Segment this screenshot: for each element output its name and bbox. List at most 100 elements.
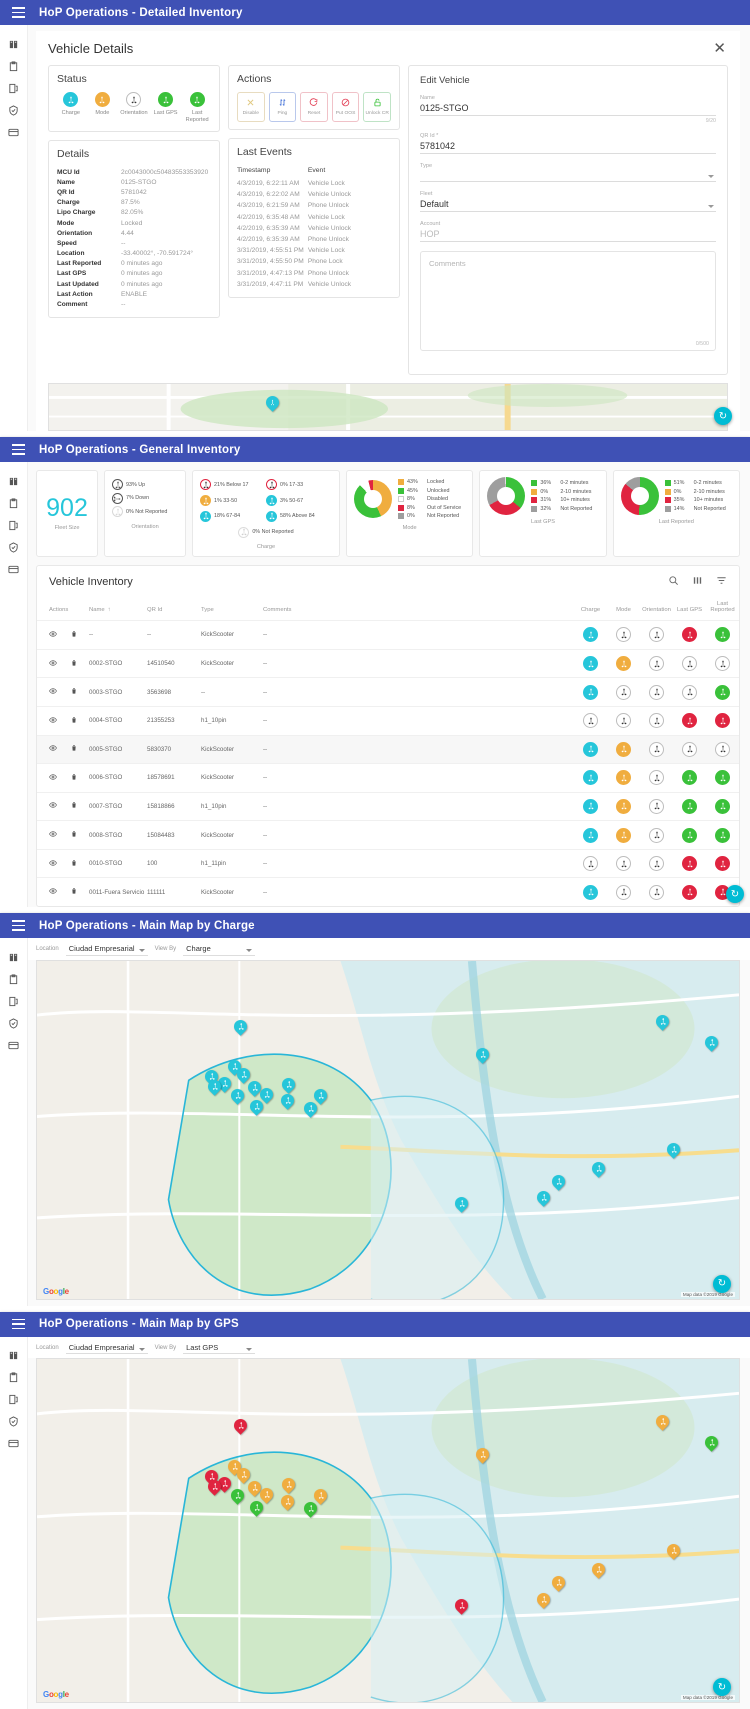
column-header-orientation[interactable]: Orientation: [640, 595, 673, 621]
type-select[interactable]: [420, 171, 716, 182]
table-row[interactable]: 0004-STGO 21355253 h1_10pin --: [37, 705, 739, 735]
chevron-down-icon[interactable]: [138, 1347, 145, 1351]
column-header-name[interactable]: Name ↑: [89, 595, 147, 621]
refresh-fab[interactable]: ↻: [713, 1678, 731, 1697]
action-oos-button[interactable]: Put OOS: [331, 92, 360, 122]
delete-icon[interactable]: [70, 630, 78, 640]
rail-item-clipboard[interactable]: [0, 492, 27, 514]
menu-icon[interactable]: [12, 7, 25, 18]
action-ping-button[interactable]: Ping: [268, 92, 297, 122]
table-row[interactable]: 0008-STGO 15084483 KickScooter --: [37, 820, 739, 850]
rail-item-card[interactable]: [0, 1034, 27, 1056]
refresh-fab[interactable]: ↻: [714, 407, 732, 425]
chevron-down-icon[interactable]: [708, 205, 714, 208]
delete-icon[interactable]: [70, 744, 78, 754]
refresh-fab[interactable]: ↻: [713, 1274, 731, 1293]
menu-icon[interactable]: [12, 920, 25, 931]
delete-icon[interactable]: [70, 887, 78, 897]
rail-item-card[interactable]: [0, 121, 27, 143]
view-icon[interactable]: [49, 859, 57, 869]
column-header-comments[interactable]: Comments: [263, 595, 574, 621]
chevron-down-icon[interactable]: [246, 1347, 253, 1351]
rail-item-card[interactable]: [0, 558, 27, 580]
field-type[interactable]: Type: [420, 163, 716, 182]
rail-item-device[interactable]: [0, 990, 27, 1012]
rail-item-shield[interactable]: [0, 536, 27, 558]
action-unlock-button[interactable]: Unlock CR: [363, 92, 391, 122]
chevron-down-icon[interactable]: [138, 949, 145, 953]
view-icon[interactable]: [49, 773, 57, 783]
view-icon[interactable]: [49, 830, 57, 840]
rail-item-clipboard[interactable]: [0, 1367, 27, 1389]
view-icon[interactable]: [49, 716, 57, 726]
field-name[interactable]: Name 0125-STGO 9/20: [420, 95, 716, 124]
columns-icon[interactable]: [692, 575, 703, 589]
delete-icon[interactable]: [70, 659, 78, 669]
view-by-select[interactable]: Last GPS: [183, 1342, 256, 1355]
action-disable-button[interactable]: Disable: [237, 92, 265, 122]
rail-item-shield[interactable]: [0, 1012, 27, 1034]
table-row[interactable]: 0010-STGO 100 h1_11pin --: [37, 848, 739, 878]
menu-icon[interactable]: [12, 1318, 25, 1330]
delete-icon[interactable]: [70, 859, 78, 869]
column-header-qr-id[interactable]: QR Id: [147, 595, 201, 621]
close-icon[interactable]: ✕: [711, 41, 728, 56]
table-row[interactable]: 0002-STGO 14510540 KickScooter --: [37, 648, 739, 678]
filter-icon[interactable]: [716, 575, 727, 589]
rail-item-clipboard[interactable]: [0, 55, 27, 77]
comments-textarea[interactable]: Comments 0/500: [420, 251, 716, 351]
column-header-last-gps[interactable]: Last GPS: [673, 595, 706, 621]
rail-item-book[interactable]: [0, 946, 27, 968]
fleet-select[interactable]: Default: [420, 199, 716, 212]
table-row[interactable]: 0005-STGO 5830370 KickScooter --: [37, 734, 739, 764]
chevron-down-icon[interactable]: [246, 949, 253, 953]
delete-icon[interactable]: [70, 687, 78, 697]
rail-item-book[interactable]: [0, 470, 27, 492]
rail-item-book[interactable]: [0, 1345, 27, 1367]
view-by-select[interactable]: Charge: [183, 943, 256, 956]
view-icon[interactable]: [49, 687, 57, 697]
action-reset-button[interactable]: Reset: [300, 92, 328, 122]
qr-id-input[interactable]: 5781042: [420, 141, 716, 154]
view-icon[interactable]: [49, 744, 57, 754]
chevron-down-icon[interactable]: [708, 175, 714, 178]
field-qr-id[interactable]: QR Id * 5781042: [420, 133, 716, 154]
field-fleet[interactable]: Fleet Default: [420, 191, 716, 212]
view-icon[interactable]: [49, 887, 57, 897]
detail-mini-map[interactable]: [48, 383, 728, 431]
cell-comments: --: [263, 648, 574, 678]
column-header-mode[interactable]: Mode: [607, 595, 640, 621]
rail-item-shield[interactable]: [0, 99, 27, 121]
table-row[interactable]: -- -- KickScooter --: [37, 620, 739, 650]
search-icon[interactable]: [668, 575, 679, 589]
table-row[interactable]: 0007-STGO 15818866 h1_10pin --: [37, 791, 739, 821]
column-header-actions[interactable]: Actions: [37, 595, 89, 621]
location-select[interactable]: Ciudad Empresarial: [65, 1342, 148, 1355]
view-icon[interactable]: [49, 630, 57, 640]
location-select[interactable]: Ciudad Empresarial: [65, 943, 148, 956]
map-charge-canvas[interactable]: Google Map data ©2019 Google ↻: [36, 959, 740, 1300]
view-icon[interactable]: [49, 659, 57, 669]
name-input[interactable]: 0125-STGO: [420, 103, 716, 116]
map-gps-canvas[interactable]: Google Map data ©2019 Google ↻: [36, 1358, 740, 1704]
rail-item-card[interactable]: [0, 1433, 27, 1455]
rail-item-book[interactable]: [0, 33, 27, 55]
delete-icon[interactable]: [70, 801, 78, 811]
table-row[interactable]: 0003-STGO 3563698 -- --: [37, 677, 739, 707]
column-header-charge[interactable]: Charge: [574, 595, 607, 621]
delete-icon[interactable]: [70, 716, 78, 726]
menu-icon[interactable]: [12, 444, 25, 455]
rail-item-device[interactable]: [0, 77, 27, 99]
rail-item-device[interactable]: [0, 1389, 27, 1411]
rail-item-device[interactable]: [0, 514, 27, 536]
rail-item-shield[interactable]: [0, 1411, 27, 1433]
delete-icon[interactable]: [70, 830, 78, 840]
table-row[interactable]: 0006-STGO 18578691 KickScooter --: [37, 763, 739, 793]
table-row[interactable]: 0011-Fuera Servicio 111111 KickScooter --: [37, 877, 739, 907]
column-header-last-reported[interactable]: Last Reported: [706, 595, 739, 621]
rail-item-clipboard[interactable]: [0, 968, 27, 990]
delete-icon[interactable]: [70, 773, 78, 783]
column-header-type[interactable]: Type: [201, 595, 263, 621]
view-icon[interactable]: [49, 801, 57, 811]
refresh-fab[interactable]: ↻: [726, 885, 744, 904]
